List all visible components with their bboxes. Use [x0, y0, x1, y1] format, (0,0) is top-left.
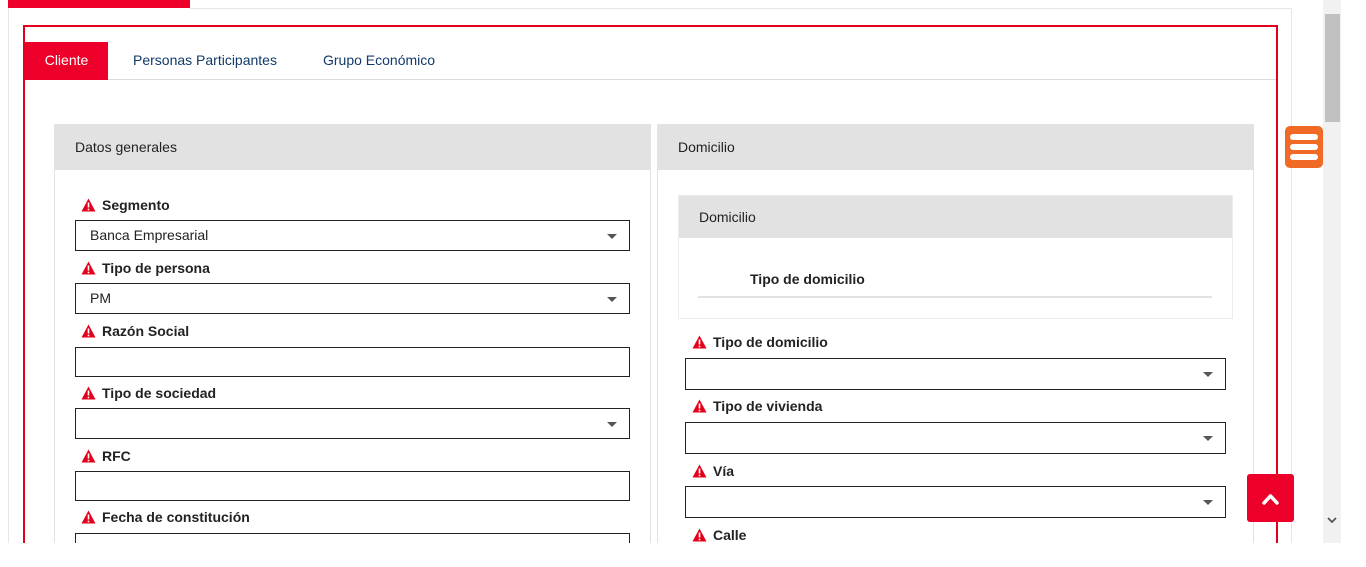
via-label: Vía	[692, 463, 734, 479]
segmento-label-text: Segmento	[102, 197, 170, 213]
tipo-domicilio-label-text: Tipo de domicilio	[713, 334, 828, 350]
subpanel-divider	[698, 296, 1212, 298]
via-select[interactable]	[685, 486, 1226, 518]
warning-icon	[692, 528, 707, 542]
razon-social-input[interactable]	[75, 347, 630, 377]
tab-cliente[interactable]: Cliente	[25, 42, 108, 80]
tipo-domicilio-label: Tipo de domicilio	[692, 334, 828, 350]
tipo-domicilio-select[interactable]	[685, 358, 1226, 390]
dropdown-caret-icon	[607, 297, 617, 302]
datos-generales-panel: Datos generales Segmento Banca Empresari…	[54, 124, 651, 543]
domicilio-panel: Domicilio Domicilio Tipo de domicilio Ti…	[657, 124, 1254, 543]
scroll-down-button[interactable]	[1325, 512, 1339, 528]
dropdown-caret-icon	[607, 234, 617, 239]
warning-icon	[692, 335, 707, 349]
dropdown-caret-icon	[1203, 500, 1213, 505]
fecha-constitucion-label-text: Fecha de constitución	[102, 509, 250, 525]
tipo-domicilio-heading: Tipo de domicilio	[750, 271, 865, 287]
warning-icon	[692, 399, 707, 413]
tipo-sociedad-label-text: Tipo de sociedad	[102, 385, 217, 401]
domicilio-subpanel: Domicilio Tipo de domicilio	[678, 195, 1233, 319]
warning-icon	[81, 324, 96, 338]
rfc-label: RFC	[81, 448, 131, 464]
tab-personas-participantes[interactable]: Personas Participantes	[133, 42, 277, 80]
tipo-persona-label: Tipo de persona	[81, 260, 210, 276]
via-label-text: Vía	[713, 463, 735, 479]
segmento-label: Segmento	[81, 197, 170, 213]
tab-grupo-economico[interactable]: Grupo Económico	[323, 42, 435, 80]
tipo-vivienda-select[interactable]	[685, 422, 1226, 454]
segmento-value: Banca Empresarial	[90, 227, 209, 243]
segmento-select[interactable]: Banca Empresarial	[75, 220, 630, 251]
warning-icon	[81, 386, 96, 400]
warning-icon	[81, 510, 96, 524]
rfc-label-text: RFC	[102, 448, 131, 464]
tipo-persona-select[interactable]: PM	[75, 283, 630, 314]
fecha-constitucion-label: Fecha de constitución	[81, 509, 250, 525]
calle-label: Calle	[692, 527, 746, 543]
tipo-vivienda-label: Tipo de vivienda	[692, 398, 822, 414]
razon-social-label-text: Razón Social	[102, 323, 190, 339]
warning-icon	[81, 261, 96, 275]
domicilio-header: Domicilio	[658, 125, 1253, 170]
tipo-persona-label-text: Tipo de persona	[102, 260, 210, 276]
dropdown-caret-icon	[607, 422, 617, 427]
tipo-vivienda-label-text: Tipo de vivienda	[713, 398, 823, 414]
dropdown-caret-icon	[1203, 436, 1213, 441]
tipo-sociedad-select[interactable]	[75, 408, 630, 439]
fecha-constitucion-input[interactable]	[75, 533, 630, 543]
scroll-to-top-button[interactable]	[1247, 474, 1294, 522]
warning-icon	[81, 198, 96, 212]
top-accent-bar	[8, 0, 190, 8]
datos-generales-header: Datos generales	[55, 125, 650, 170]
rfc-input[interactable]	[75, 471, 630, 501]
calle-label-text: Calle	[713, 527, 747, 543]
chevron-up-icon	[1262, 494, 1279, 505]
page: Cliente Personas Participantes Grupo Eco…	[0, 0, 1366, 567]
tab-bar: Cliente Personas Participantes Grupo Eco…	[25, 42, 1276, 80]
tipo-persona-value: PM	[90, 290, 111, 306]
tipo-sociedad-label: Tipo de sociedad	[81, 385, 216, 401]
hamburger-menu-button[interactable]	[1284, 125, 1324, 169]
hamburger-menu-icon	[1285, 126, 1323, 168]
client-form-frame: Cliente Personas Participantes Grupo Eco…	[23, 25, 1278, 543]
warning-icon	[692, 464, 707, 478]
warning-icon	[81, 449, 96, 463]
domicilio-subpanel-header: Domicilio	[679, 196, 1232, 238]
chevron-down-icon	[1327, 517, 1337, 524]
razon-social-label: Razón Social	[81, 323, 189, 339]
scrollbar-thumb[interactable]	[1325, 14, 1340, 122]
dropdown-caret-icon	[1203, 372, 1213, 377]
